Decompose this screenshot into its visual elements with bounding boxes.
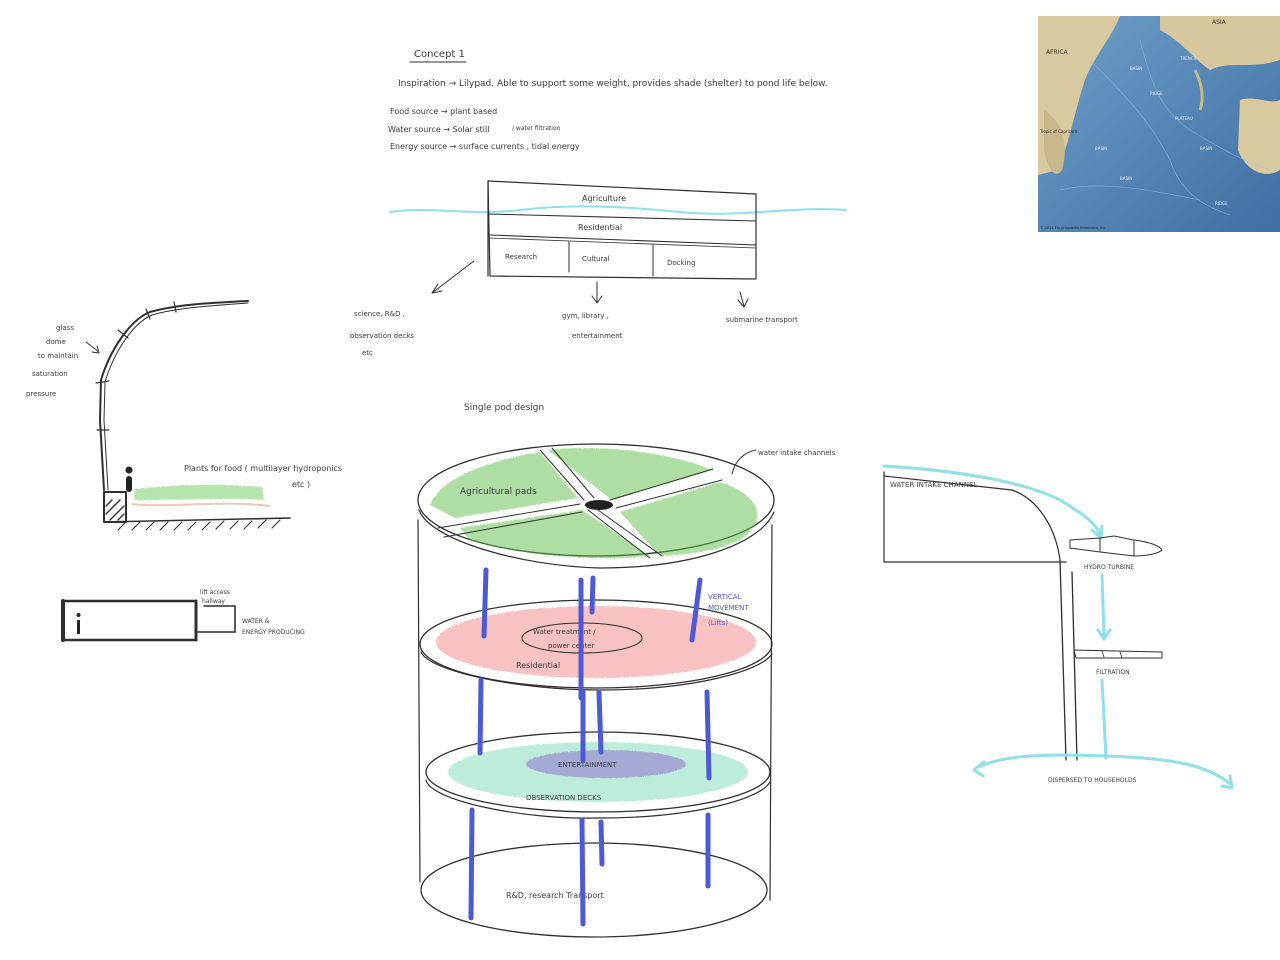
- research-label: Research: [505, 253, 537, 261]
- cultural-note-2: entertainment: [572, 332, 623, 340]
- plants-label-1: Plants for food ( multilayer hydroponics: [184, 464, 342, 473]
- inspiration-line: Inspiration → Lilypad. Able to support s…: [398, 79, 828, 89]
- channels-label: water intake channels: [758, 449, 836, 457]
- water-treatment-label-1: Water treatment /: [533, 628, 596, 636]
- research-note-2: observation decks: [350, 332, 414, 340]
- plant-bed: [134, 484, 264, 500]
- hallway-label-1: lift access: [200, 589, 230, 596]
- energy-source: Energy source → surface currents , tidal…: [390, 142, 580, 151]
- intake-label: WATER INTAKE CHANNEL: [890, 481, 977, 489]
- person-icon: [125, 466, 133, 474]
- map-africa-label: AFRICA: [1046, 49, 1069, 56]
- cultural-note-1: gym, library ,: [562, 312, 609, 320]
- svg-text:BASIN: BASIN: [1200, 146, 1212, 151]
- turbine-icon: [1069, 535, 1163, 557]
- glass-dome-sketch: glass dome to maintain saturation pressu…: [26, 300, 342, 531]
- water-source-alt: / water filtration: [512, 125, 561, 132]
- hallway-label-2: hallway: [202, 598, 225, 605]
- vertical-label-3: (Lifts): [708, 619, 728, 627]
- map-asia-label: ASIA: [1212, 19, 1227, 26]
- water-flow-diagram: WATER INTAKE CHANNEL HYDRO TURBINE FILTR…: [882, 464, 1234, 790]
- svg-text:BASIN: BASIN: [1130, 66, 1142, 71]
- dome-label-3: to maintain: [38, 352, 78, 360]
- hallway-sketch: lift access hallway WATER & ENERGY PRODU…: [61, 589, 305, 642]
- svg-text:BASIN: BASIN: [1095, 146, 1107, 151]
- ocean-map-image: BASIN RIDGE PLATEAU BASIN BASIN BASIN RIDGE…: [1038, 16, 1280, 232]
- concept-title: Concept 1: [414, 49, 465, 60]
- filter-icon: [1073, 649, 1163, 659]
- sketch-board: Concept 1 Inspiration → Lilypad. Able to…: [26, 16, 1280, 938]
- observation-label: OBSERVATION DECKS: [526, 794, 602, 802]
- cultural-label: Cultural: [582, 255, 610, 263]
- vertical-label-2: MOVEMENT: [708, 604, 749, 612]
- person-small-icon: [77, 620, 80, 634]
- water-line: [389, 205, 847, 215]
- agri-pads-label: Agricultural pads: [460, 487, 537, 497]
- channel-arrow-icon: [731, 449, 757, 475]
- hallway-label-3: WATER &: [242, 618, 270, 625]
- research-note-1: science, R&D ,: [354, 310, 405, 318]
- dome-label-1: glass: [56, 324, 74, 332]
- cultural-arrow-icon: [591, 281, 603, 304]
- lift-shaft: [481, 567, 489, 639]
- plants-label-2: etc ): [292, 480, 310, 489]
- research-arrow-icon: [431, 260, 475, 294]
- residential-deck-label: Residential: [516, 661, 560, 670]
- map-footer: © 2014 Encyclopædia Britannica, Inc.: [1040, 226, 1107, 230]
- dispersed-label: DISPERSED TO HOUSEHOLDS: [1048, 777, 1137, 784]
- dome-arrow-icon: [85, 341, 100, 354]
- docking-label: Docking: [667, 259, 695, 267]
- dome-label-5: pressure: [26, 390, 56, 398]
- docking-note: submarine transport: [726, 316, 798, 324]
- turbine-label: HYDRO TURBINE: [1084, 564, 1134, 571]
- svg-text:TRENCH: TRENCH: [1179, 56, 1197, 61]
- water-treatment-label-2: power center: [548, 642, 595, 650]
- filtration-label: FILTRATION: [1096, 669, 1130, 676]
- bottom-deck-label: R&D, research Transport: [506, 891, 604, 900]
- section-diagram: Agriculture Residential Research Cultura…: [350, 180, 847, 357]
- food-source: Food source → plant based: [390, 107, 497, 116]
- research-note-3: etc: [362, 349, 373, 357]
- central-hub: [585, 500, 613, 510]
- vertical-label-1: VERTICAL: [708, 593, 742, 601]
- pod-title: Single pod design: [464, 403, 544, 413]
- docking-arrow-icon: [737, 291, 749, 308]
- water-source: Water source → Solar still: [388, 125, 489, 134]
- entertainment-label: ENTERTAINMENT: [558, 761, 617, 769]
- single-pod-diagram: Single pod design water intake channels …: [417, 403, 836, 938]
- map-capricorn-label: Tropic of Capricorn: [1039, 129, 1078, 134]
- agriculture-label: Agriculture: [582, 194, 626, 203]
- svg-text:RIDGE: RIDGE: [1215, 201, 1228, 206]
- concept-notes: Concept 1 Inspiration → Lilypad. Able to…: [388, 49, 828, 151]
- dome-label-4: saturation: [32, 370, 68, 378]
- residential-label: Residential: [578, 223, 622, 232]
- svg-text:BASIN: BASIN: [1120, 176, 1132, 181]
- intake-flow-arrow: [882, 464, 1102, 538]
- hallway-label-4: ENERGY PRODUCING: [242, 629, 305, 636]
- svg-text:RIDGE: RIDGE: [1150, 91, 1163, 96]
- svg-text:PLATEAU: PLATEAU: [1175, 116, 1193, 121]
- dome-label-2: dome: [46, 338, 66, 346]
